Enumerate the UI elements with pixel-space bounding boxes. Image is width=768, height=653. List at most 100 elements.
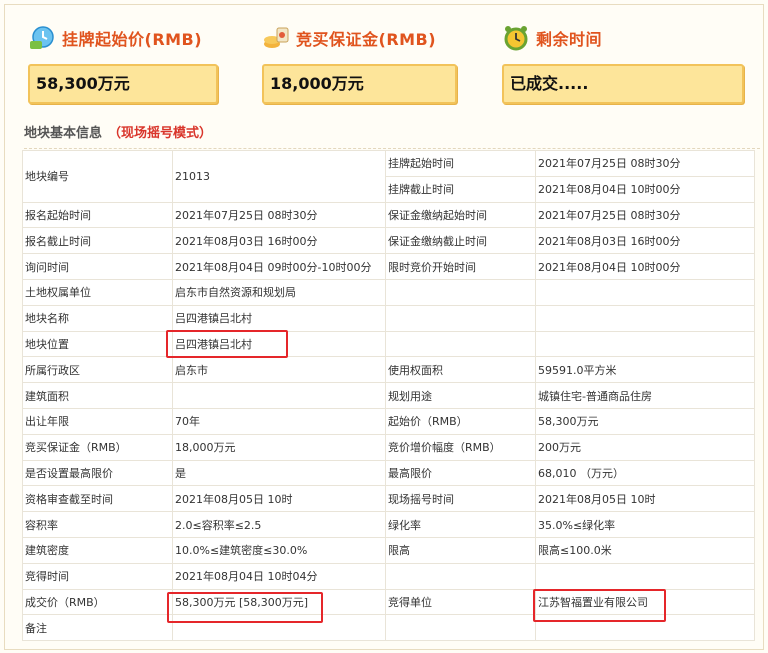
field-label: 绿化率 <box>385 511 536 538</box>
deposit-value: 18,000万元 <box>262 64 457 104</box>
list-start-value: 2021年07月25日 08时30分 <box>535 150 755 177</box>
field-label: 竞买保证金（RMB） <box>22 433 173 461</box>
field-label: 地块名称 <box>22 304 173 332</box>
field-label: 竞得时间 <box>22 562 173 590</box>
field-value: 2021年08月03日 16时00分 <box>535 227 755 255</box>
field-value <box>172 382 386 409</box>
field-value: 2021年08月04日 10时00分 <box>535 253 755 280</box>
field-label <box>385 304 536 332</box>
table-row: 土地权属单位 启东市自然资源和规划局 <box>22 278 755 306</box>
field-value: 是 <box>172 459 386 487</box>
field-value: 限高≤100.0米 <box>535 536 755 564</box>
section-mode: （现场摇号模式） <box>108 126 213 141</box>
table-row: 竞买保证金（RMB） 18,000万元 竞价增价幅度（RMB） 200万元 <box>22 433 755 461</box>
table-row: 备注 <box>22 614 755 642</box>
table-row: 出让年限 70年 起始价（RMB） 58,300万元 <box>22 407 755 435</box>
field-value <box>535 562 755 590</box>
field-value <box>535 614 755 642</box>
remaining-time-value: 已成交..... <box>502 64 744 104</box>
field-value: 2021年08月03日 16时00分 <box>172 227 386 255</box>
field-label: 土地权属单位 <box>22 278 173 306</box>
list-end-label: 挂牌截止时间 <box>385 175 536 203</box>
field-value: 2.0≤容积率≤2.5 <box>172 511 386 538</box>
parcel-no-label: 地块编号 <box>22 150 173 203</box>
field-label: 建筑密度 <box>22 536 173 564</box>
field-label: 容积率 <box>22 511 173 538</box>
field-label: 竞价增价幅度（RMB） <box>385 433 536 461</box>
table-row: 建筑密度 10.0%≤建筑密度≤30.0% 限高 限高≤100.0米 <box>22 536 755 564</box>
field-value: 2021年08月05日 10时 <box>535 485 755 513</box>
field-label: 建筑面积 <box>22 382 173 409</box>
field-label: 现场摇号时间 <box>385 485 536 513</box>
field-label: 询问时间 <box>22 253 173 280</box>
field-value: 2021年08月05日 10时 <box>172 485 386 513</box>
field-value: 2021年07月25日 08时30分 <box>535 201 755 229</box>
field-label: 最高限价 <box>385 459 536 487</box>
list-start-label: 挂牌起始时间 <box>385 150 536 177</box>
field-label <box>385 614 536 642</box>
parcel-no-value: 21013 <box>172 150 386 203</box>
table-row: 地块编号 21013 挂牌起始时间 2021年07月25日 08时30分 <box>22 150 755 203</box>
field-value: 35.0%≤绿化率 <box>535 511 755 538</box>
field-value <box>535 330 755 358</box>
field-label: 起始价（RMB） <box>385 407 536 435</box>
section-title: 地块基本信息 <box>24 126 103 141</box>
deposit-card: 竞买保证金(RMB) 18,000万元 <box>262 18 477 104</box>
table-row: 是否设置最高限价是最高限价 68,010 （万元） <box>22 459 755 487</box>
field-value <box>172 614 386 642</box>
field-label: 使用权面积 <box>385 356 536 384</box>
field-value: 200万元 <box>535 433 755 461</box>
field-value: 城镇住宅-普通商品住房 <box>535 382 755 409</box>
field-label: 备注 <box>22 614 173 642</box>
field-value: 18,000万元 <box>172 433 386 461</box>
remaining-time-card: 剩余时间 已成交..... <box>502 18 744 104</box>
field-label: 竞得单位 <box>385 588 536 616</box>
field-label: 保证金缴纳截止时间 <box>385 227 536 255</box>
table-row: 竞得时间 2021年08月04日 10时04分 <box>22 562 755 590</box>
field-value: 59591.0平方米 <box>535 356 755 384</box>
start-price-card: 挂牌起始价(RMB) 58,300万元 <box>28 18 243 104</box>
field-label: 规划用途 <box>385 382 536 409</box>
field-value: 吕四港镇吕北村 <box>172 304 386 332</box>
field-value: 10.0%≤建筑密度≤30.0% <box>172 536 386 564</box>
field-value: 58,300万元 <box>535 407 755 435</box>
field-label: 限高 <box>385 536 536 564</box>
field-label <box>385 562 536 590</box>
coins-icon <box>262 24 290 52</box>
table-row: 询问时间 2021年08月04日 09时00分-10时00分 限时竞价开始时间 202… <box>22 253 755 280</box>
table-row: 地块名称 吕四港镇吕北村 <box>22 304 755 332</box>
field-value: 启东市 <box>172 356 386 384</box>
section-header: 地块基本信息 （现场摇号模式） <box>24 122 760 149</box>
field-value: 吕四港镇吕北村 <box>172 330 386 358</box>
deposit-label: 竞买保证金(RMB) <box>296 30 437 49</box>
start-price-label: 挂牌起始价(RMB) <box>62 30 203 49</box>
field-value <box>535 278 755 306</box>
field-value: 启东市自然资源和规划局 <box>172 278 386 306</box>
field-value: 2021年08月04日 10时04分 <box>172 562 386 590</box>
field-label: 地块位置 <box>22 330 173 358</box>
field-value: 70年 <box>172 407 386 435</box>
field-label: 保证金缴纳起始时间 <box>385 201 536 229</box>
field-value: 58,300万元 [58,300万元] <box>172 588 386 616</box>
table-row: 地块位置 吕四港镇吕北村 <box>22 330 755 358</box>
field-label: 限时竞价开始时间 <box>385 253 536 280</box>
money-clock-icon <box>28 24 56 52</box>
field-value: 2021年07月25日 08时30分 <box>172 201 386 229</box>
table-row: 资格审查截至时间 2021年08月05日 10时 现场摇号时间 2021年08月05日… <box>22 485 755 513</box>
field-label: 成交价（RMB） <box>22 588 173 616</box>
field-label: 报名截止时间 <box>22 227 173 255</box>
table-row: 报名截止时间 2021年08月03日 16时00分 保证金缴纳截止时间 2021年08… <box>22 227 755 255</box>
list-end-value: 2021年08月04日 10时00分 <box>535 175 755 203</box>
alarm-clock-icon <box>502 24 530 52</box>
field-label: 资格审查截至时间 <box>22 485 173 513</box>
field-value: 江苏智福置业有限公司 <box>535 588 755 616</box>
field-label <box>385 278 536 306</box>
field-label: 是否设置最高限价 <box>22 459 173 487</box>
remaining-time-label: 剩余时间 <box>536 30 603 49</box>
start-price-value: 58,300万元 <box>28 64 218 104</box>
parcel-info-table: 地块编号 21013 挂牌起始时间 2021年07月25日 08时30分 挂牌截… <box>22 150 755 642</box>
table-row: 容积率 2.0≤容积率≤2.5 绿化率 35.0%≤绿化率 <box>22 511 755 538</box>
field-value <box>535 304 755 332</box>
field-label: 报名起始时间 <box>22 201 173 229</box>
field-value: 2021年08月04日 09时00分-10时00分 <box>172 253 386 280</box>
